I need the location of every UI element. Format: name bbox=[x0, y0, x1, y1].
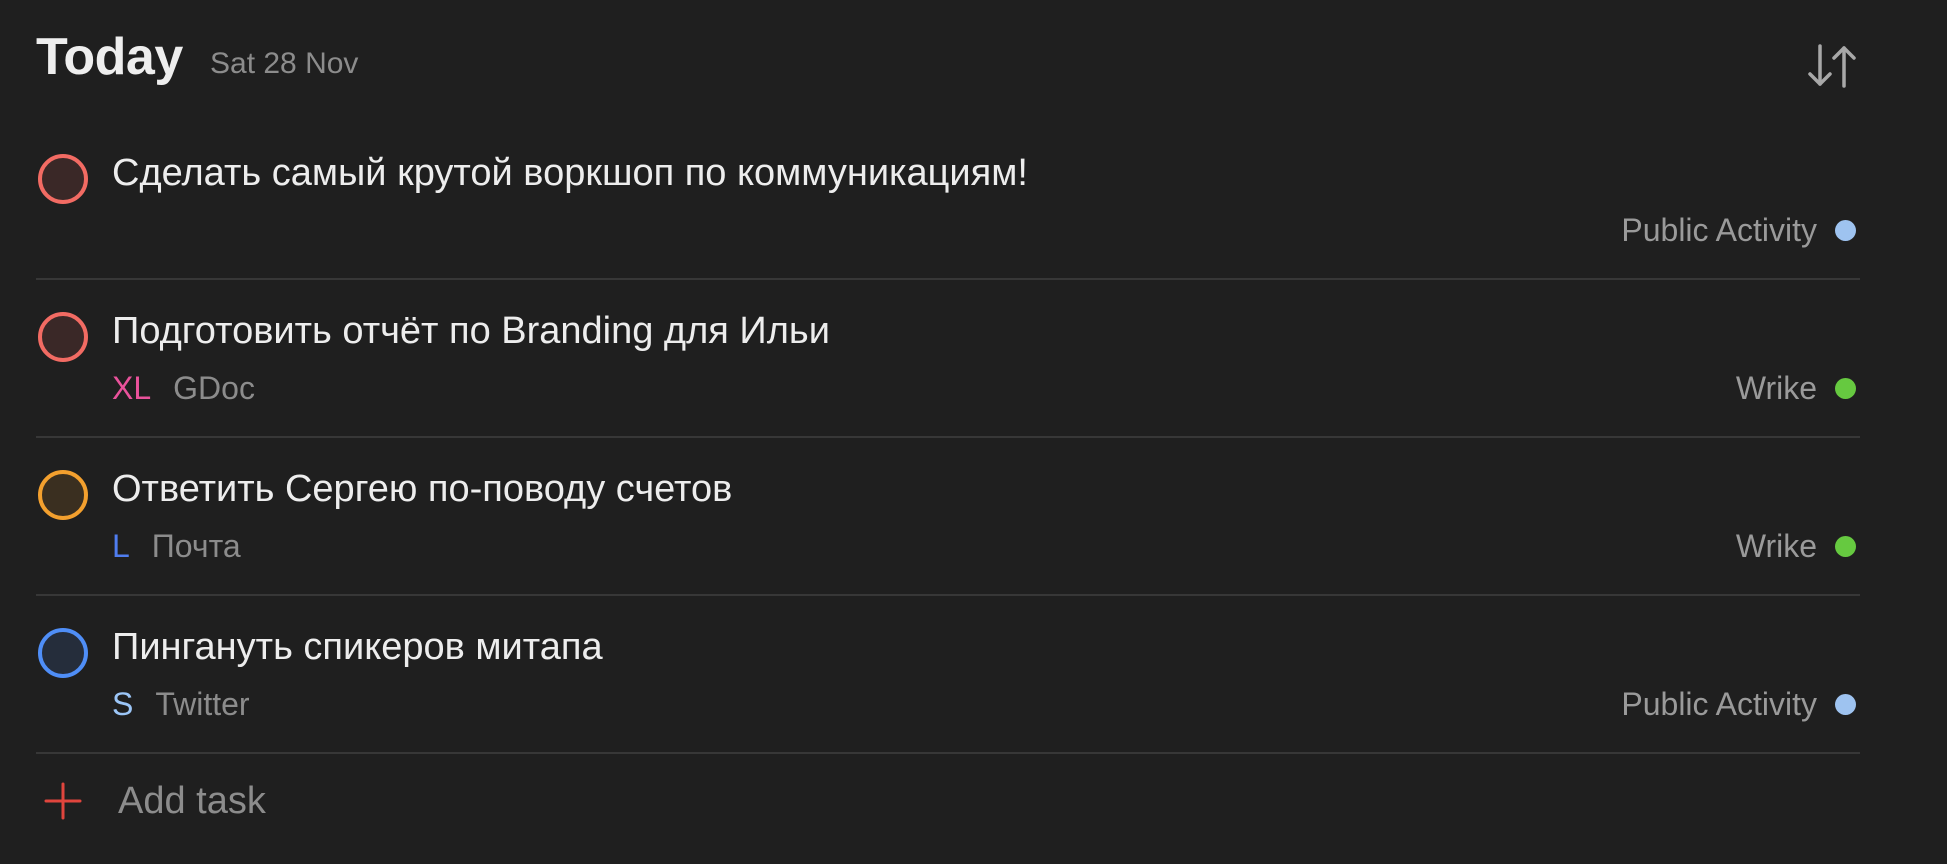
project-label: Public Activity bbox=[1621, 686, 1817, 722]
project-dot-icon bbox=[1835, 535, 1856, 557]
task-meta: S Twitter bbox=[112, 684, 250, 724]
context-tag[interactable]: Почта bbox=[152, 528, 241, 564]
task-title[interactable]: Пингануть спикеров митапа bbox=[112, 624, 603, 670]
project-dot-icon bbox=[1835, 219, 1856, 241]
sort-button[interactable] bbox=[1804, 40, 1860, 92]
size-tag[interactable]: S bbox=[112, 686, 133, 722]
context-tag[interactable]: Twitter bbox=[155, 686, 249, 722]
task-title[interactable]: Подготовить отчёт по Branding для Ильи bbox=[112, 308, 830, 354]
context-tag[interactable]: GDoc bbox=[173, 370, 255, 406]
task-checkbox[interactable] bbox=[38, 154, 88, 204]
task-checkbox[interactable] bbox=[38, 470, 88, 520]
task-row[interactable]: Сделать самый крутой воркшоп по коммуник… bbox=[36, 122, 1860, 280]
size-tag[interactable]: L bbox=[112, 528, 130, 564]
project-label: Wrike bbox=[1735, 370, 1817, 406]
task-project[interactable]: Wrike bbox=[1736, 526, 1856, 566]
project-dot-icon bbox=[1835, 377, 1856, 399]
task-row[interactable]: Подготовить отчёт по Branding для Ильи X… bbox=[36, 280, 1860, 438]
sort-arrows-icon bbox=[1808, 44, 1856, 88]
add-task-button[interactable]: Add task bbox=[36, 770, 1860, 830]
size-tag[interactable]: XL bbox=[112, 370, 151, 406]
task-list: Сделать самый крутой воркшоп по коммуник… bbox=[36, 122, 1860, 754]
project-dot-icon bbox=[1835, 693, 1856, 715]
task-row[interactable]: Пингануть спикеров митапа S Twitter Publi… bbox=[36, 596, 1860, 754]
task-title[interactable]: Ответить Сергею по-поводу счетов bbox=[112, 466, 732, 512]
task-row[interactable]: Ответить Сергею по-поводу счетов L Почта … bbox=[36, 438, 1860, 596]
page-title: Today bbox=[36, 28, 183, 86]
page-date: Sat 28 Nov bbox=[210, 47, 359, 80]
header: Today Sat 28 Nov bbox=[36, 26, 1860, 106]
task-project[interactable]: Public Activity bbox=[1621, 210, 1856, 250]
plus-icon bbox=[44, 782, 82, 820]
project-label: Wrike bbox=[1735, 528, 1817, 564]
task-project[interactable]: Public Activity bbox=[1621, 684, 1856, 724]
task-checkbox[interactable] bbox=[38, 312, 88, 362]
task-checkbox[interactable] bbox=[38, 628, 88, 678]
project-label: Public Activity bbox=[1621, 212, 1817, 248]
add-task-label: Add task bbox=[118, 780, 266, 822]
task-title[interactable]: Сделать самый крутой воркшоп по коммуник… bbox=[112, 150, 1028, 196]
task-meta: XL GDoc bbox=[112, 368, 255, 408]
task-meta: L Почта bbox=[112, 526, 241, 566]
task-project[interactable]: Wrike bbox=[1736, 368, 1856, 408]
